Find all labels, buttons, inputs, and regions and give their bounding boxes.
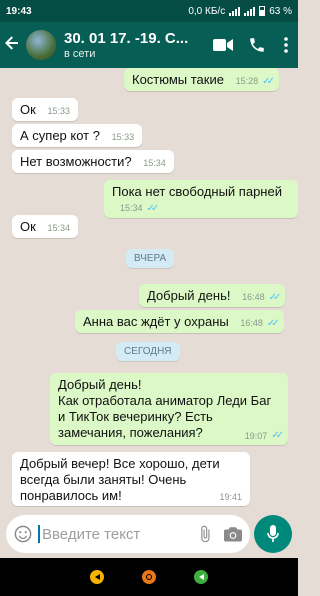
attach-icon[interactable] [196, 525, 214, 543]
message-time: 15:34 [120, 203, 143, 213]
message-in[interactable]: Нет возможности? 15:34 [12, 150, 174, 173]
message-time: 15:28 [235, 76, 259, 86]
read-ticks-icon: ✓✓ [146, 202, 160, 214]
message-text: Пока нет свободный парней [112, 184, 282, 199]
nav-back-icon[interactable] [90, 570, 104, 584]
status-bar: 19:43 0,0 КБ/с 63 % [0, 0, 298, 22]
message-time: 15:34 [47, 223, 70, 233]
network-speed: 0,0 КБ/с [188, 5, 226, 17]
message-in[interactable]: А супер кот ? 15:33 [12, 124, 143, 147]
message-text: Нет возможности? [20, 154, 132, 169]
system-nav-bar [0, 558, 298, 596]
message-field[interactable]: Введите текст [6, 515, 250, 553]
message-time: 16:48 [242, 292, 265, 302]
message-meta: 16:48 ✓✓ [240, 317, 280, 329]
message-in[interactable]: Ок 15:34 [12, 215, 78, 238]
menu-dots-icon [284, 37, 288, 53]
chat-title-box[interactable]: 30. 01 17. -19. С... в сети [64, 30, 206, 60]
message-time: 15:33 [47, 106, 70, 116]
message-time: 15:33 [111, 132, 135, 142]
video-call-icon [213, 39, 233, 51]
message-meta: 15:33 [112, 132, 135, 142]
message-in[interactable]: Добрый вечер! Все хорошо, дети всегда бы… [12, 452, 250, 506]
message-input[interactable]: Введите текст [42, 526, 196, 543]
nav-recents-icon[interactable] [194, 570, 208, 584]
read-ticks-icon: ✓✓ [262, 75, 275, 87]
message-text: Ок [20, 102, 36, 117]
input-bar: Введите текст [0, 508, 298, 558]
message-meta: 19:07 ✓✓ [244, 430, 284, 441]
date-chip: СЕГОДНЯ [116, 342, 180, 361]
read-ticks-icon: ✓✓ [271, 430, 284, 441]
message-text: Ок [20, 219, 36, 234]
message-meta: 15:28 ✓✓ [235, 75, 275, 87]
message-time: 15:34 [143, 158, 166, 168]
message-time: 16:48 [240, 318, 263, 328]
message-meta: 15:33 [47, 106, 70, 116]
chat-header: 30. 01 17. -19. С... в сети [0, 22, 298, 68]
camera-icon[interactable] [224, 526, 242, 542]
status-time: 19:43 [6, 5, 32, 17]
battery-level: 63 % [269, 5, 292, 17]
signal-icon [229, 6, 241, 16]
message-out[interactable]: Добрый день! 16:48 ✓✓ [139, 284, 286, 307]
chat-title: 30. 01 17. -19. С... [64, 30, 189, 47]
back-arrow-icon[interactable] [4, 35, 24, 55]
phone-button[interactable] [240, 22, 274, 68]
message-meta: 15:34 [143, 158, 166, 168]
message-meta: 19:41 [219, 492, 242, 502]
message-out[interactable]: Пока нет свободный парней 15:34 ✓✓ [104, 180, 298, 218]
text-caret [38, 525, 40, 543]
message-text: Костюмы такие [132, 72, 224, 87]
message-text: Добрый день! [147, 288, 231, 303]
message-in[interactable]: Ок 15:33 [12, 98, 78, 121]
message-text: Добрый вечер! Все хорошо, дети всегда бы… [20, 456, 220, 503]
message-text: А супер кот ? [20, 128, 100, 143]
message-meta: 15:34 ✓✓ [120, 202, 160, 214]
chat-area[interactable]: Костюмы такие 15:28 ✓✓ Ок 15:33 А супер к… [0, 68, 298, 508]
phone-icon [250, 38, 264, 52]
message-text: Анна вас ждёт у охраны [83, 314, 229, 329]
nav-home-icon[interactable] [142, 570, 156, 584]
status-right: 0,0 КБ/с 63 % [188, 6, 292, 17]
message-out[interactable]: Анна вас ждёт у охраны 16:48 ✓✓ [75, 310, 284, 333]
read-ticks-icon: ✓✓ [266, 317, 280, 329]
signal-icon-2 [244, 6, 256, 16]
message-meta: 16:48 ✓✓ [242, 291, 282, 303]
battery-icon [259, 6, 266, 16]
message-time: 19:07 [244, 430, 268, 441]
message-out[interactable]: Добрый день! Как отработала аниматор Лед… [50, 373, 288, 445]
menu-button[interactable] [274, 22, 298, 68]
avatar[interactable] [26, 30, 56, 60]
message-meta: 15:34 [47, 223, 70, 233]
mic-icon [267, 525, 279, 542]
mic-button[interactable] [254, 515, 292, 553]
chat-status: в сети [64, 48, 96, 60]
video-call-button[interactable] [206, 22, 240, 68]
read-ticks-icon: ✓✓ [268, 291, 282, 303]
emoji-icon[interactable] [14, 525, 32, 543]
date-chip: ВЧЕРА [126, 249, 175, 268]
message-out[interactable]: Костюмы такие 15:28 ✓✓ [124, 68, 279, 91]
message-time: 19:41 [219, 492, 242, 502]
